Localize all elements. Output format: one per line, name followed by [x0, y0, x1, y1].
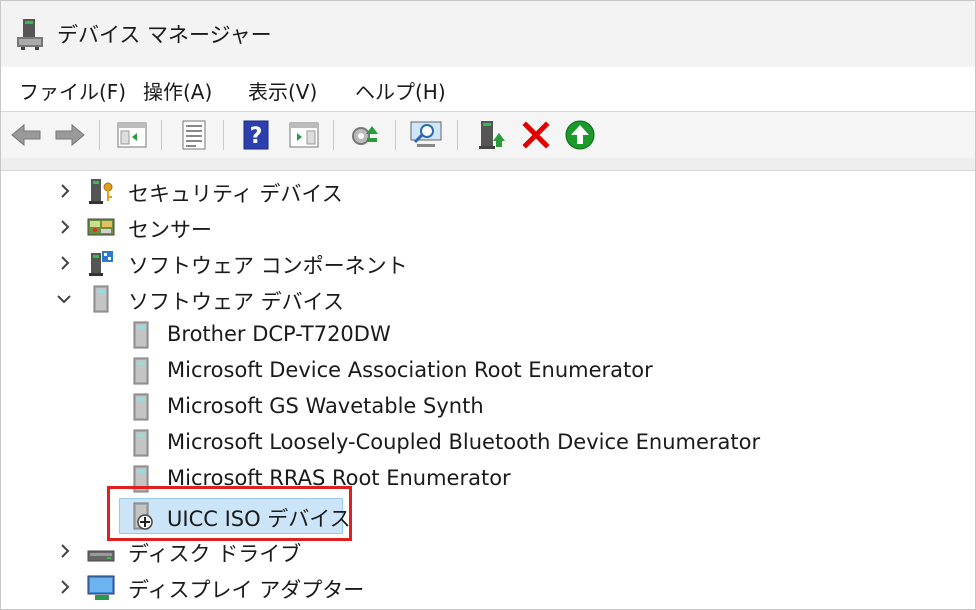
security-device-icon — [89, 179, 113, 204]
tree-item-sensors[interactable]: センサー — [1, 209, 975, 245]
tree-item-software-components[interactable]: ソフトウェア コンポーネント — [1, 245, 975, 281]
device-manager-window: デバイス マネージャー ファイル(F) 操作(A) 表示(V) ヘルプ(H) ? — [0, 0, 976, 610]
tree-item-label: Microsoft Loosely-Coupled Bluetooth Devi… — [167, 430, 761, 454]
chevron-right-icon[interactable] — [56, 578, 74, 596]
device-tower-icon — [133, 357, 149, 385]
tree-item-ms-device-association-root-enumerator[interactable]: Microsoft Device Association Root Enumer… — [1, 353, 975, 389]
menu-view[interactable]: 表示(V) — [248, 76, 317, 105]
tree-item-software-devices[interactable]: ソフトウェア デバイス — [1, 281, 975, 317]
tree-item-label: ソフトウェア コンポーネント — [128, 254, 408, 278]
tree-item-label: Microsoft Device Association Root Enumer… — [167, 358, 653, 382]
device-tower-icon — [133, 393, 149, 421]
software-device-icon — [93, 285, 109, 313]
device-tower-icon — [133, 321, 149, 349]
help-icon[interactable]: ? — [239, 118, 273, 152]
tree-item-ms-loosely-coupled-bluetooth-enumerator[interactable]: Microsoft Loosely-Coupled Bluetooth Devi… — [1, 425, 975, 461]
disk-drive-icon — [87, 550, 115, 562]
chevron-right-icon[interactable] — [56, 542, 74, 560]
display-adapter-icon — [87, 575, 115, 600]
sensor-icon — [87, 218, 115, 236]
tree-item-label: ソフトウェア デバイス — [128, 290, 345, 314]
show-hide-console-tree-icon[interactable] — [115, 118, 149, 152]
svg-text:?: ? — [250, 124, 263, 149]
chevron-right-icon[interactable] — [56, 182, 74, 200]
menu-file[interactable]: ファイル(F) — [19, 76, 126, 105]
update-driver-icon[interactable] — [347, 118, 381, 152]
tree-item-label: Microsoft GS Wavetable Synth — [167, 394, 484, 418]
menu-action[interactable]: 操作(A) — [143, 76, 212, 105]
menu-bar: ファイル(F) 操作(A) 表示(V) ヘルプ(H) — [1, 67, 975, 112]
toolbar: ? — [1, 112, 975, 158]
chevron-down-icon[interactable] — [55, 290, 73, 308]
tree-item-label: Brother DCP-T720DW — [167, 322, 391, 346]
tree-item-disk-drives[interactable]: ディスク ドライブ — [1, 533, 975, 569]
tree-item-security-devices[interactable]: セキュリティ デバイス — [1, 173, 975, 209]
tree-item-display-adapters[interactable]: ディスプレイ アダプター — [1, 569, 975, 605]
tree-item-label: ディスプレイ アダプター — [128, 578, 365, 602]
window-title: デバイス マネージャー — [57, 23, 272, 47]
chevron-right-icon[interactable] — [56, 254, 74, 272]
software-component-icon — [89, 251, 113, 276]
uninstall-device-icon[interactable] — [519, 118, 553, 152]
chevron-right-icon[interactable] — [56, 218, 74, 236]
tree-item-label: センサー — [128, 218, 212, 242]
enable-device-icon[interactable] — [473, 118, 507, 152]
tree-item-brother-dcp-t720dw[interactable]: Brother DCP-T720DW — [1, 317, 975, 353]
tree-item-label: ディスク ドライブ — [128, 542, 302, 566]
update-driver-green-icon[interactable] — [563, 118, 597, 152]
properties-icon[interactable] — [177, 118, 211, 152]
back-arrow-icon[interactable] — [9, 118, 43, 152]
menu-help[interactable]: ヘルプ(H) — [355, 76, 446, 105]
scan-hardware-icon[interactable] — [409, 118, 443, 152]
tree-item-ms-gs-wavetable-synth[interactable]: Microsoft GS Wavetable Synth — [1, 389, 975, 425]
toolbar-divider — [1, 158, 975, 171]
device-tower-icon — [133, 429, 149, 457]
device-manager-app-icon — [15, 17, 45, 51]
action-pane-icon[interactable] — [287, 118, 321, 152]
title-bar: デバイス マネージャー — [1, 1, 975, 67]
forward-arrow-icon[interactable] — [53, 118, 87, 152]
tree-item-label: セキュリティ デバイス — [128, 182, 343, 206]
